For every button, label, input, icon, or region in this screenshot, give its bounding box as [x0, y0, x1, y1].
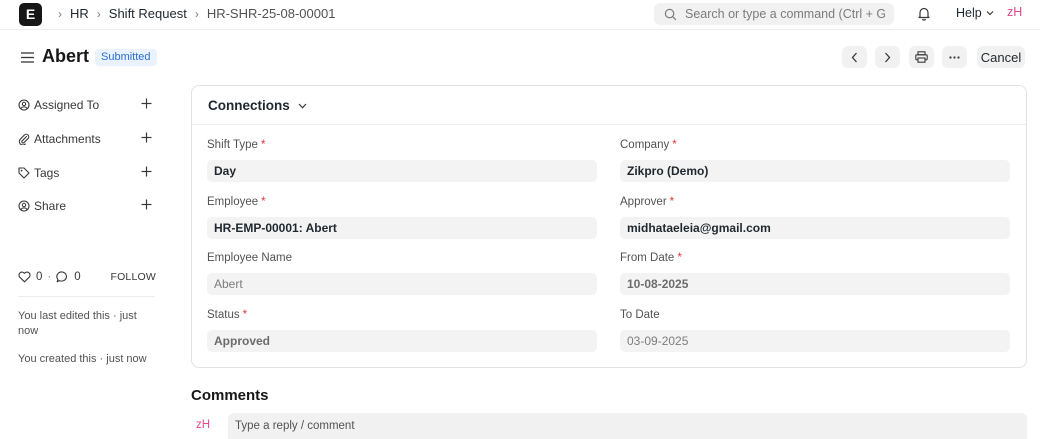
plus-icon[interactable]	[141, 199, 152, 210]
field-label: To Date	[620, 309, 660, 321]
chevron-right-icon: ›	[58, 6, 62, 21]
sidebar-item-label: Tags	[34, 166, 60, 180]
comments-count: 0	[74, 271, 81, 283]
search-input[interactable]	[685, 7, 885, 21]
field-label: From Date	[620, 252, 675, 264]
required-marker: *	[260, 139, 266, 151]
share-icon	[18, 200, 30, 212]
field-employee: Employee * HR-EMP-00001: Abert	[207, 196, 597, 239]
required-marker: *	[261, 196, 266, 208]
breadcrumb: › HR › Shift Request › HR-SHR-25-08-0000…	[50, 6, 335, 21]
employee-input[interactable]: HR-EMP-00001: Abert	[207, 217, 597, 239]
sidebar-divider	[18, 296, 155, 297]
breadcrumb-shift-request[interactable]: Shift Request	[109, 6, 187, 21]
status-select[interactable]: Approved	[207, 330, 597, 352]
page-title: Abert	[42, 46, 90, 66]
required-marker: *	[677, 252, 682, 264]
cancel-button[interactable]: Cancel	[977, 46, 1025, 68]
likes-count: 0	[36, 271, 43, 283]
section-divider	[192, 124, 1026, 125]
field-label: Employee Name	[207, 252, 293, 264]
comment-icon[interactable]	[56, 271, 69, 283]
sidebar-item-label: Assigned To	[34, 98, 100, 112]
field-approver: Approver * midhataeleia@gmail.com	[620, 196, 1010, 239]
heart-icon[interactable]	[18, 271, 31, 283]
help-label: Help	[956, 6, 982, 20]
field-employee-name: Employee Name Abert	[207, 252, 597, 295]
required-marker: *	[672, 139, 677, 151]
comment-input[interactable]	[235, 420, 1020, 432]
activity-last-edited: You last edited this · just now	[18, 310, 137, 337]
follow-button[interactable]: FOLLOW	[110, 271, 156, 283]
required-marker: *	[242, 309, 248, 321]
search-icon	[664, 8, 677, 20]
user-avatar[interactable]: zH	[1007, 5, 1022, 19]
assign-icon	[18, 99, 30, 111]
search-bar[interactable]	[654, 3, 894, 25]
status-badge: Submitted	[95, 49, 157, 66]
field-label: Employee	[207, 196, 259, 208]
connections-section-toggle[interactable]: Connections	[208, 98, 307, 113]
paperclip-icon	[18, 133, 30, 145]
from-date-input[interactable]: 10-08-2025	[620, 273, 1010, 295]
field-company: Company * Zikpro (Demo)	[620, 139, 1010, 182]
sidebar-item-share[interactable]: Share	[18, 197, 156, 215]
shift-type-input[interactable]: Day	[207, 160, 597, 182]
sidebar-item-assigned-to[interactable]: Assigned To	[18, 96, 156, 114]
field-label: Shift Type	[207, 139, 258, 151]
approver-input[interactable]: midhataeleia@gmail.com	[620, 217, 1010, 239]
to-date-input[interactable]: 03-09-2025	[620, 330, 1010, 352]
page-header: Abert Submitted Cancel	[0, 40, 1040, 76]
sidebar-toggle-icon[interactable]	[21, 51, 34, 66]
section-title: Connections	[208, 98, 290, 113]
chevron-right-icon: ›	[194, 6, 199, 21]
chevron-right-icon: ›	[96, 6, 101, 21]
sidebar-item-attachments[interactable]: Attachments	[18, 130, 156, 148]
field-from-date: From Date * 10-08-2025	[620, 252, 1010, 295]
plus-icon[interactable]	[141, 98, 152, 109]
sidebar-item-label: Attachments	[34, 132, 101, 146]
comments-title: Comments	[191, 387, 269, 404]
field-status: Status * Approved	[207, 309, 597, 352]
printer-icon	[915, 51, 928, 63]
likes-comments-row: 0 · 0 FOLLOW	[18, 268, 156, 286]
sidebar-item-label: Share	[34, 199, 67, 213]
chevron-down-icon	[986, 11, 994, 16]
comment-box[interactable]	[228, 413, 1027, 439]
plus-icon[interactable]	[141, 166, 152, 177]
field-shift-type: Shift Type * Day	[207, 139, 597, 182]
field-label: Approver	[620, 196, 667, 208]
next-document-button[interactable]	[875, 46, 900, 68]
tag-icon	[18, 167, 30, 179]
more-actions-button[interactable]	[942, 46, 967, 68]
breadcrumb-hr[interactable]: HR	[70, 6, 89, 21]
required-marker: *	[669, 196, 675, 208]
sidebar-item-tags[interactable]: Tags	[18, 164, 156, 182]
app-logo[interactable]: E	[19, 3, 42, 26]
plus-icon[interactable]	[141, 132, 152, 143]
employee-name-value: Abert	[207, 273, 597, 295]
chevron-right-icon	[885, 52, 891, 62]
company-input[interactable]: Zikpro (Demo)	[620, 160, 1010, 182]
comment-avatar: zH	[196, 419, 211, 431]
previous-document-button[interactable]	[842, 46, 867, 68]
field-to-date: To Date 03-09-2025	[620, 309, 1010, 352]
chevron-down-icon	[298, 103, 307, 109]
help-dropdown[interactable]: Help	[956, 6, 994, 20]
breadcrumb-current[interactable]: HR-SHR-25-08-00001	[207, 6, 336, 21]
ellipsis-icon	[949, 55, 960, 59]
chevron-left-icon	[851, 52, 857, 62]
top-navbar: E › HR › Shift Request › HR-SHR-25-08-00…	[0, 0, 1040, 30]
activity-created: You created this · just now	[18, 353, 147, 365]
field-label: Status	[207, 309, 240, 321]
print-button[interactable]	[909, 46, 934, 68]
notification-bell-icon[interactable]	[917, 6, 931, 24]
form-card: Connections Shift Type * Day Company * Zik…	[191, 85, 1027, 368]
field-label: Company	[620, 139, 670, 151]
